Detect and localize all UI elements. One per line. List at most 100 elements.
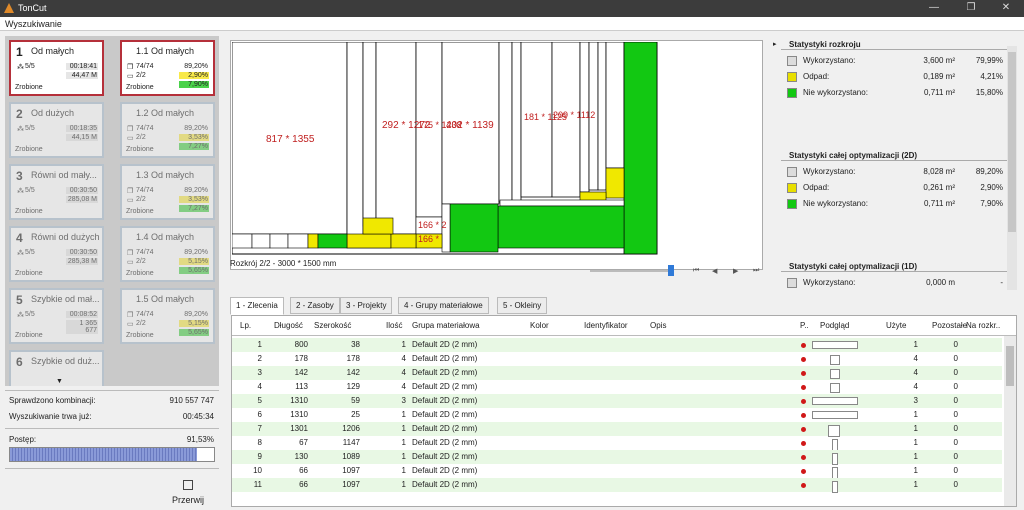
table-row[interactable]: 5 1310 59 3 Default 2D (2 mm) 3 0 [232,394,1002,408]
tab-2[interactable]: 2 - Zasoby [290,297,340,314]
time-label: Wyszukiwanie trwa już: [9,412,92,421]
variant-card[interactable]: 1.2 Od małych ❐ 74/74 ▭ 2/2 89,20% 3,53% 7,27% Z… [120,102,215,158]
sheets-icon: ❐ [127,188,134,195]
zoom-slider-thumb[interactable] [668,265,674,276]
strategy-card[interactable]: 4 Równi od dużych ⁂ 5/5 00:30:50 285,38 M Zrob… [9,226,104,282]
column-header[interactable]: Szerokość [314,321,351,330]
card-number: 4 [16,231,23,245]
table-header: Lp. Długość Szerokość Ilość Grupa materiałow… [232,316,1016,336]
card-pieces: 74/74 [136,249,154,256]
table-cell: 1147 [342,438,360,447]
first-page-icon[interactable]: ⏮ [693,267,699,275]
tab-4[interactable]: 4 - Grupy materiałowe [398,297,489,314]
column-header[interactable]: Kolor [530,321,549,330]
table-row[interactable]: 7 1301 1206 1 Default 2D (2 mm) 1 0 [232,422,1002,437]
collapse-icon[interactable]: ▸ [773,40,777,48]
table-row[interactable]: 9 130 1089 1 Default 2D (2 mm) 1 0 [232,450,1002,465]
variant-card[interactable]: 1.3 Od małych ❐ 74/74 ▭ 2/2 89,20% 3,53% 7,27% Z… [120,164,215,220]
cutting-diagram[interactable]: 817 * 1355 292 * 1272 175 * 1238 402 * 1… [232,42,658,255]
parts-icon: ⁂ [17,312,24,319]
table-row[interactable]: 2 178 178 4 Default 2D (2 mm) 4 0 [232,352,1002,366]
stop-label: Przerwij [171,495,204,505]
column-header[interactable]: P.. [800,321,809,330]
stats-row: Nie wykorzystano: 0,711 m² 15,80% [787,87,1007,99]
table-cell: 0 [953,452,958,461]
scroll-down-icon[interactable]: ▼ [56,378,63,385]
minimize-icon[interactable]: — [926,2,942,13]
card-status: Zrobione [15,146,43,153]
table-cell: 0 [953,424,958,433]
card-number: 2 [16,107,23,121]
table-scrollbar[interactable] [1004,336,1016,506]
parts-icon: ⁂ [17,188,24,195]
prev-page-icon[interactable]: ◀ [712,267,717,275]
boards-icon: ▭ [127,321,134,328]
table-cell: 3 [401,396,406,405]
column-header[interactable]: Podgląd [820,321,849,330]
table-row[interactable]: 6 1310 25 1 Default 2D (2 mm) 1 0 [232,408,1002,422]
column-header[interactable]: Identyfikator [584,321,628,330]
card-pieces: 74/74 [136,187,154,194]
table-cell: 1 [401,410,406,419]
card-waste: 3,53% [179,134,209,141]
table-row[interactable]: 1 800 38 1 Default 2D (2 mm) 1 0 [232,338,1002,352]
table-row[interactable]: 8 67 1147 1 Default 2D (2 mm) 1 0 [232,436,1002,451]
card-status: Zrobione [126,208,154,215]
close-icon[interactable]: ✕ [998,2,1014,13]
column-header[interactable]: Na rozkr.. [966,321,1000,330]
table-cell: 800 [294,340,308,349]
strategy-card[interactable]: 5 Szybkie od mał... ⁂ 5/5 00:08:52 1 365 677 Z… [9,288,104,344]
scrollbar-thumb[interactable] [1006,346,1014,386]
stats-percent: 2,90% [980,183,1003,192]
status-dot-icon [801,385,806,390]
tab-5[interactable]: 5 - Okleiny [497,297,548,314]
tab-1[interactable]: 1 - Zlecenia [230,297,284,315]
card-parts: 5/5 [25,125,35,132]
parts-icon: ⁂ [17,64,24,71]
column-header[interactable]: Opis [650,321,666,330]
strategy-card[interactable]: 3 Równi od mały... ⁂ 5/5 00:30:50 285,08 M Zro… [9,164,104,220]
column-header[interactable]: Użyte [886,321,906,330]
table-row[interactable]: 11 66 1097 1 Default 2D (2 mm) 1 0 [232,478,1002,493]
table-cell: 142 [294,368,308,377]
sheets-icon: ❐ [127,250,134,257]
column-header[interactable]: Ilość [386,321,402,330]
card-status: Zrobione [126,84,154,91]
stats-scrollbar[interactable] [1007,46,1017,290]
strategy-column: 1 Od małych ⁂ 5/5 00:18:41 44,47 M Zrobione 2 Od… [5,36,108,386]
column-header[interactable]: Lp. [240,321,251,330]
preview-shape [832,481,838,493]
card-name: Równi od dużych [31,232,100,242]
status-dot-icon [801,455,806,460]
menu-wyszukiwanie[interactable]: Wyszukiwanie [5,19,62,29]
column-header[interactable]: Pozostałe [932,321,967,330]
strategy-card[interactable]: 1 Od małych ⁂ 5/5 00:18:41 44,47 M Zrobione [9,40,104,96]
card-length: 285,38 M [66,258,98,265]
cutting-diagram-viewer: 817 * 1355 292 * 1272 175 * 1238 402 * 1… [230,40,763,270]
tab-3[interactable]: 3 - Projekty [340,297,393,314]
next-page-icon[interactable]: ▶ [733,267,738,275]
variant-card[interactable]: 1.5 Od małych ❐ 74/74 ▭ 2/2 89,20% 5,15% 5,65% Z… [120,288,215,344]
card-length: 44,15 M [66,134,98,141]
stats-percent: 15,80% [975,88,1003,97]
last-page-icon[interactable]: ⏭ [753,267,759,275]
table-cell: 178 [294,354,308,363]
table-cell: 1 [401,340,406,349]
variant-card[interactable]: 1.4 Od małych ❐ 74/74 ▭ 2/2 89,20% 5,15% 5,65% Z… [120,226,215,282]
table-row[interactable]: 4 113 129 4 Default 2D (2 mm) 4 0 [232,380,1002,394]
table-row[interactable]: 3 142 142 4 Default 2D (2 mm) 4 0 [232,366,1002,380]
table-cell: 129 [346,382,360,391]
stats-title: Statystyki całej optymalizacji (2D) [789,151,918,160]
stop-button[interactable]: Przerwij [168,480,208,505]
stats-label: Wykorzystano: [803,56,856,65]
table-cell: 0 [953,354,958,363]
variant-card[interactable]: 1.1 Od małych ❐ 74/74 ▭ 2/2 89,20% 2,90% 7,90% Z… [120,40,215,96]
card-waste: 2,90% [179,72,209,79]
column-header[interactable]: Długość [274,321,303,330]
column-header[interactable]: Grupa materiałowa [412,321,480,330]
restore-icon[interactable]: ❐ [963,2,979,13]
table-row[interactable]: 10 66 1097 1 Default 2D (2 mm) 1 0 [232,464,1002,479]
zoom-slider[interactable] [590,270,668,272]
strategy-card[interactable]: 2 Od dużych ⁂ 5/5 00:18:35 44,15 M Zrobione [9,102,104,158]
scrollbar-thumb[interactable] [1008,52,1016,232]
